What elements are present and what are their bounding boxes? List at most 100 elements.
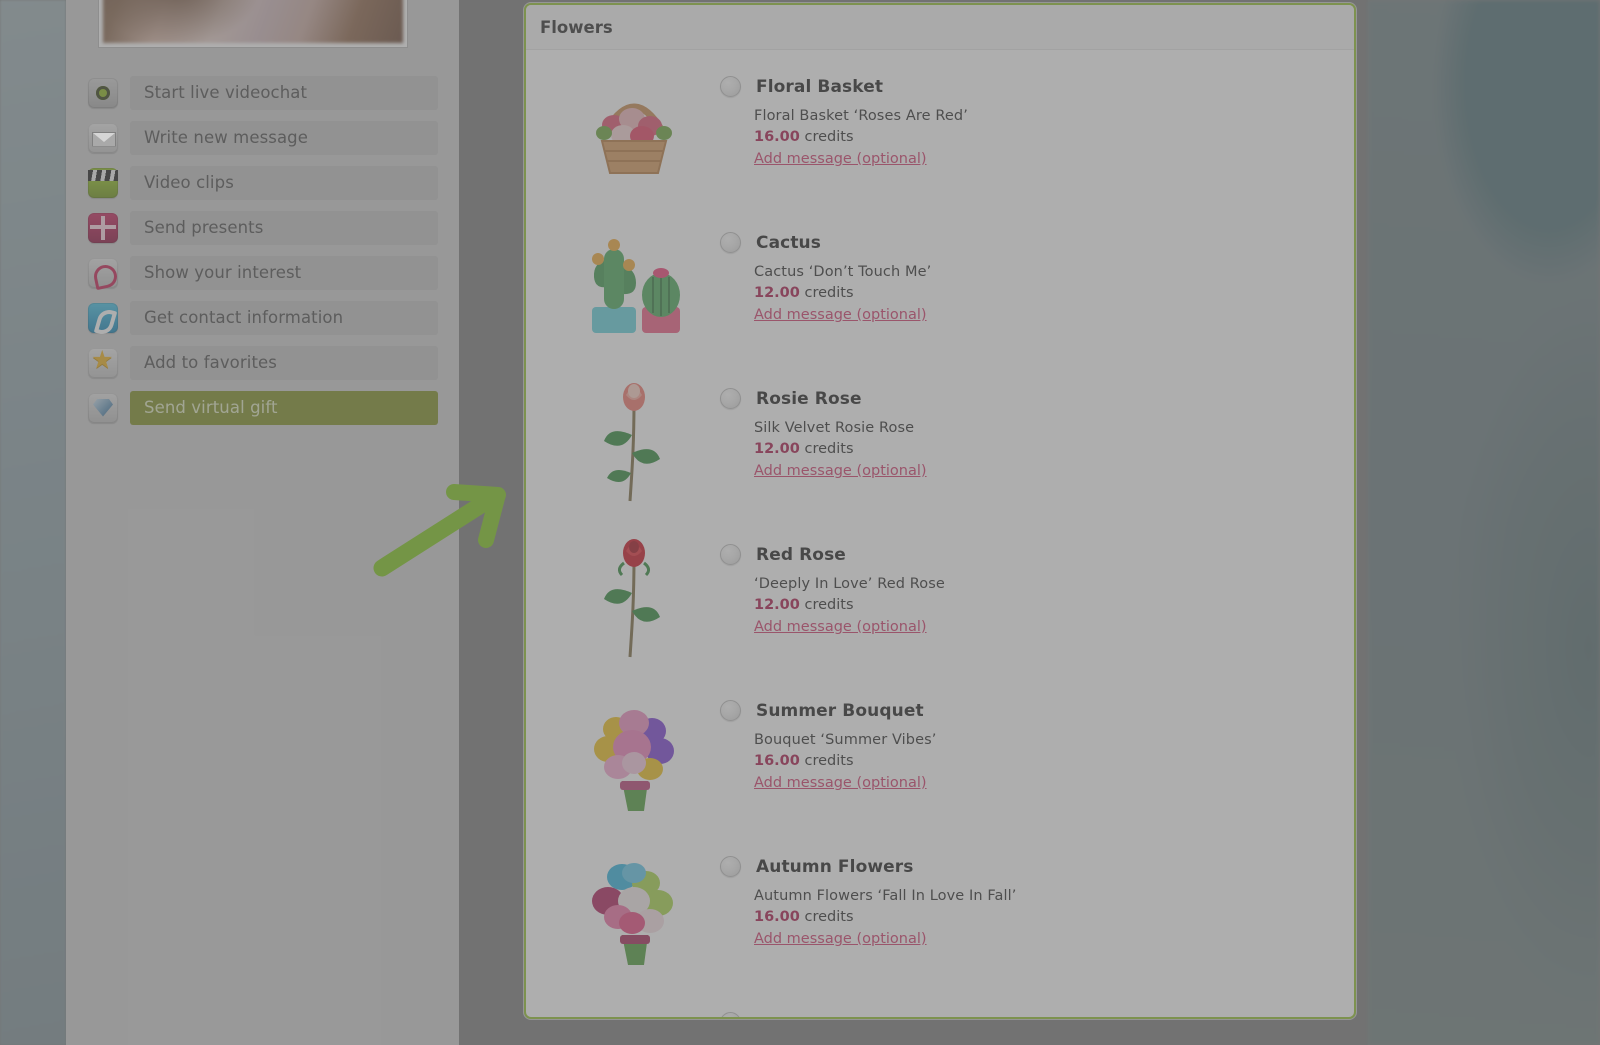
credits-label: credits <box>804 285 854 301</box>
credits-label: credits <box>804 909 854 925</box>
gift-header: Summer Bouquet <box>720 700 1354 721</box>
gift-header: Cactus <box>720 232 1354 253</box>
summer-bouquet-thumbnail <box>564 688 704 818</box>
virtual-gift-panel: Flowers Floral Basket Floral Basket ‘Ros… <box>524 3 1356 1019</box>
background-photo-left <box>0 0 66 1045</box>
sidebar-item-send-presents[interactable]: Send presents <box>88 205 438 250</box>
gift-price-row: 12.00 credits <box>754 285 1354 301</box>
add-message-link[interactable]: Add message (optional) <box>754 463 927 479</box>
credits-label: credits <box>804 129 854 145</box>
sidebar-item-pill[interactable]: Add to favorites <box>130 345 438 380</box>
envelope-icon <box>88 122 118 153</box>
gift-price-row: 12.00 credits <box>754 441 1354 457</box>
clapperboard-icon <box>88 167 118 198</box>
list-item[interactable]: Summer Bouquet Bouquet ‘Summer Vibes’ 16… <box>526 688 1354 844</box>
red-rose-thumbnail <box>564 532 704 662</box>
gift-price: 16.00 <box>754 753 800 769</box>
gift-radio-button[interactable] <box>720 388 741 409</box>
gift-name: Rosie Rose <box>756 388 862 409</box>
add-message-link[interactable]: Add message (optional) <box>754 931 927 947</box>
profile-action-column: Romance Compass Start live videochat Wri… <box>66 0 459 1045</box>
gift-radio-button[interactable] <box>720 700 741 721</box>
add-message-link[interactable]: Add message (optional) <box>754 151 927 167</box>
sidebar-item-pill[interactable]: Show your interest <box>130 255 438 290</box>
gift-price: 12.00 <box>754 441 800 457</box>
diamond-icon <box>88 392 118 423</box>
next-gift-thumbnail <box>564 1000 704 1017</box>
sidebar-item-write-new-message[interactable]: Write new message <box>88 115 438 160</box>
list-item[interactable]: Autumn Flowers Autumn Flowers ‘Fall In L… <box>526 844 1354 1000</box>
credits-label: credits <box>804 753 854 769</box>
sidebar-item-video-clips[interactable]: Video clips <box>88 160 438 205</box>
gift-header: Red Rose <box>720 544 1354 565</box>
gift-list: Floral Basket Floral Basket ‘Roses Are R… <box>526 50 1354 1017</box>
sidebar-item-get-contact-information[interactable]: Get contact information <box>88 295 438 340</box>
panel-header: Flowers <box>526 5 1354 50</box>
sidebar-item-label: Send virtual gift <box>144 398 278 417</box>
sidebar-item-pill[interactable]: Send presents <box>130 210 438 245</box>
cactus-thumbnail <box>564 220 704 350</box>
sidebar-item-label: Write new message <box>144 128 309 147</box>
list-item[interactable]: Rosie Rose Silk Velvet Rosie Rose 12.00 … <box>526 376 1354 532</box>
gift-details: Rosie Rose Silk Velvet Rosie Rose 12.00 … <box>720 376 1354 479</box>
star-icon <box>88 345 118 378</box>
sidebar-item-pill[interactable]: Start live videochat <box>130 75 438 110</box>
gift-description: ‘Deeply In Love’ Red Rose <box>754 576 945 592</box>
sidebar-item-label: Video clips <box>144 173 234 192</box>
credits-label: credits <box>804 441 854 457</box>
sidebar-item-pill[interactable]: Send virtual gift <box>130 390 438 425</box>
sidebar-item-pill[interactable]: Get contact information <box>130 300 438 335</box>
add-message-link[interactable]: Add message (optional) <box>754 775 927 791</box>
add-message-link[interactable]: Add message (optional) <box>754 307 927 323</box>
autumn-flowers-thumbnail <box>564 844 704 974</box>
gift-price: 16.00 <box>754 129 800 145</box>
gift-radio-button[interactable] <box>720 856 741 877</box>
list-item[interactable]: Floral Basket Floral Basket ‘Roses Are R… <box>526 64 1354 220</box>
gift-header: Autumn Flowers <box>720 856 1354 877</box>
sidebar-item-send-virtual-gift[interactable]: Send virtual gift <box>88 385 438 430</box>
gift-price: 12.00 <box>754 285 800 301</box>
gift-description: Cactus ‘Don’t Touch Me’ <box>754 264 932 280</box>
gift-price-row: 12.00 credits <box>754 597 1354 613</box>
gift-details: Cactus Cactus ‘Don’t Touch Me’ 12.00 cre… <box>720 220 1354 323</box>
gift-box-icon <box>88 212 118 243</box>
gift-details: Autumn Flowers Autumn Flowers ‘Fall In L… <box>720 844 1354 947</box>
heart-icon <box>88 257 118 288</box>
gift-name: Autumn Flowers <box>756 856 914 877</box>
gift-header <box>720 1012 1354 1017</box>
sidebar-item-add-to-favorites[interactable]: Add to favorites <box>88 340 438 385</box>
gift-radio-button[interactable] <box>720 232 741 253</box>
list-item-partial[interactable] <box>526 1000 1354 1017</box>
gift-header: Floral Basket <box>720 76 1354 97</box>
gift-description: Floral Basket ‘Roses Are Red’ <box>754 108 968 124</box>
gift-price: 16.00 <box>754 909 800 925</box>
gift-radio-button[interactable] <box>720 1012 741 1017</box>
credits-label: credits <box>804 597 854 613</box>
background-photo-right <box>1368 0 1600 1045</box>
sidebar-item-pill[interactable]: Video clips <box>130 165 438 200</box>
gift-name: Red Rose <box>756 544 846 565</box>
gift-details <box>720 1000 1354 1017</box>
gift-price-row: 16.00 credits <box>754 129 1354 145</box>
sidebar-item-show-your-interest[interactable]: Show your interest <box>88 250 438 295</box>
gift-price: 12.00 <box>754 597 800 613</box>
add-message-link[interactable]: Add message (optional) <box>754 619 927 635</box>
sidebar-item-label: Show your interest <box>144 263 302 282</box>
list-item[interactable]: Cactus Cactus ‘Don’t Touch Me’ 12.00 cre… <box>526 220 1354 376</box>
gift-description: Silk Velvet Rosie Rose <box>754 420 915 436</box>
gift-price-row: 16.00 credits <box>754 909 1354 925</box>
gift-description: Bouquet ‘Summer Vibes’ <box>754 732 937 748</box>
sidebar-item-label: Start live videochat <box>144 83 308 102</box>
gift-radio-button[interactable] <box>720 544 741 565</box>
gift-details: Summer Bouquet Bouquet ‘Summer Vibes’ 16… <box>720 688 1354 791</box>
gift-details: Floral Basket Floral Basket ‘Roses Are R… <box>720 64 1354 167</box>
gift-radio-button[interactable] <box>720 76 741 97</box>
gift-details: Red Rose ‘Deeply In Love’ Red Rose 12.00… <box>720 532 1354 635</box>
list-item[interactable]: Red Rose ‘Deeply In Love’ Red Rose 12.00… <box>526 532 1354 688</box>
gift-description: Autumn Flowers ‘Fall In Love In Fall’ <box>754 888 1017 904</box>
rosie-rose-thumbnail <box>564 376 704 506</box>
floral-basket-thumbnail <box>564 64 704 194</box>
profile-photo <box>103 0 403 43</box>
sidebar-item-start-live-videochat[interactable]: Start live videochat <box>88 70 438 115</box>
sidebar-item-pill[interactable]: Write new message <box>130 120 438 155</box>
